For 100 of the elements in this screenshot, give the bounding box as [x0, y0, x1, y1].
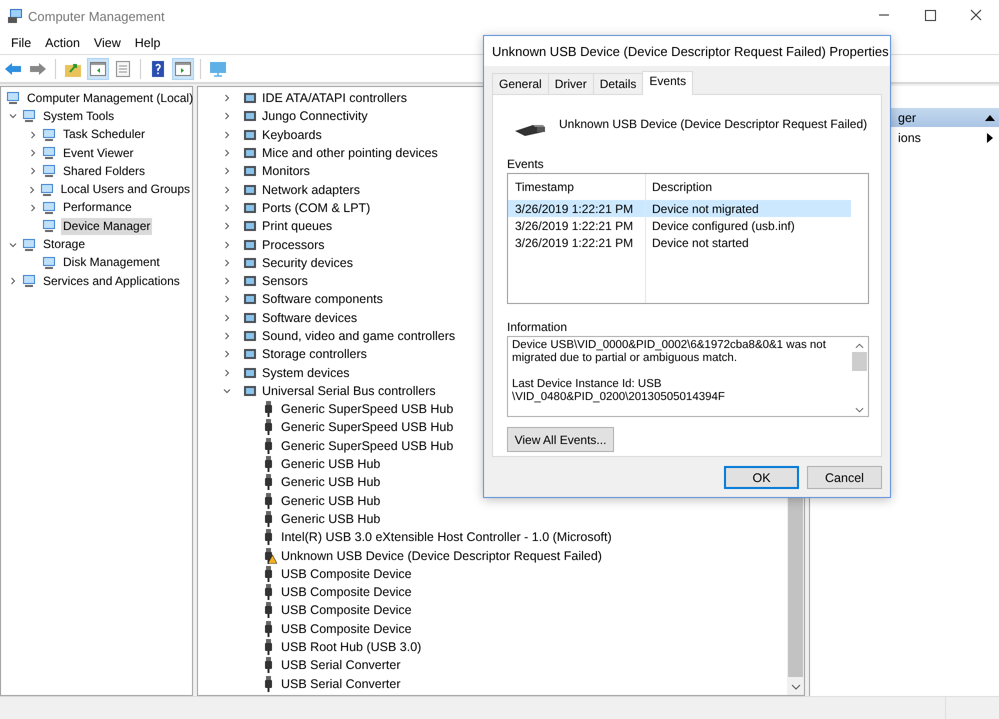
collapse-arrow-icon[interactable] [985, 114, 995, 120]
chevron-right-icon[interactable] [223, 204, 231, 212]
console-icon [41, 254, 57, 271]
event-row[interactable]: 3/26/2019 1:22:21 PM Device not migrated [508, 200, 851, 217]
column-header[interactable]: Timestamp [508, 180, 645, 194]
device-tree-item[interactable]: Processors [262, 238, 325, 252]
device-tree-item[interactable]: Generic SuperSpeed USB Hub [281, 402, 454, 416]
console-tree-button[interactable] [87, 58, 109, 80]
tree-item[interactable]: Services and Applications [41, 272, 182, 290]
device-tree-item[interactable]: USB Composite Device [281, 622, 412, 636]
device-tree-item[interactable]: IDE ATA/ATAPI controllers [262, 91, 407, 106]
scroll-up-icon[interactable] [855, 343, 864, 349]
device-tree-item[interactable]: USB Serial Converter [281, 658, 400, 672]
console-icon [41, 126, 57, 143]
device-tree-item[interactable]: USB Serial Converter [281, 676, 400, 691]
scroll-thumb[interactable] [852, 352, 867, 371]
table-cell-text: Device not started [651, 236, 749, 250]
device-tree-item[interactable]: Network adapters [262, 182, 360, 197]
device-tree-item[interactable]: Unknown USB Device (Device Descriptor Request Failed) [281, 548, 602, 563]
chevron-right-icon[interactable] [223, 332, 231, 340]
device-tree-item[interactable]: Generic SuperSpeed USB Hub [281, 420, 454, 434]
device-tree-item[interactable]: Ports (COM & LPT) [262, 200, 370, 215]
console-icon [41, 145, 57, 162]
chevron-right-icon[interactable] [223, 94, 231, 102]
scroll-down-icon[interactable] [790, 684, 800, 690]
tree-item[interactable]: Task Scheduler [61, 126, 148, 144]
chevron-right-icon[interactable] [29, 130, 37, 139]
device-tree-item[interactable]: Monitors [262, 164, 310, 178]
chevron-right-icon[interactable] [223, 368, 231, 377]
chevron-right-icon[interactable] [223, 112, 231, 120]
tree-item[interactable]: Performance [61, 199, 134, 216]
chevron-right-icon[interactable] [223, 350, 231, 358]
window-title: Computer Management [28, 8, 165, 24]
chevron-right-icon[interactable] [223, 258, 231, 267]
device-tree-item[interactable]: Sensors [262, 274, 308, 288]
device-tree-item[interactable]: Sound, video and game controllers [262, 329, 456, 343]
device-tree-item[interactable]: USB Composite Device [281, 585, 412, 600]
menu-item[interactable]: View [86, 36, 128, 50]
chevron-right-icon[interactable] [29, 204, 37, 212]
event-row[interactable]: 3/26/2019 1:22:21 PM Device not started [508, 234, 851, 251]
chevron-right-icon[interactable] [223, 222, 231, 230]
device-tree-item[interactable]: Generic USB Hub [281, 494, 380, 508]
tree-item[interactable]: System Tools [41, 108, 116, 125]
device-tree-item[interactable]: Software components [262, 292, 383, 306]
chevron-right-icon[interactable] [223, 295, 231, 304]
device-tree-item[interactable]: Keyboards [262, 128, 322, 142]
console-icon [21, 273, 37, 290]
device-tree-item[interactable]: Jungo Connectivity [262, 109, 368, 124]
tree-item[interactable]: Local Users and Groups [58, 181, 192, 198]
tab[interactable]: Events [642, 71, 694, 95]
chevron-right-icon[interactable] [28, 186, 36, 194]
device-tree-item[interactable]: USB Composite Device [281, 603, 412, 618]
chevron-right-icon[interactable] [223, 130, 231, 139]
menu-item[interactable]: Help [128, 36, 168, 50]
device-tree-item[interactable]: USB Root Hub (USB 3.0) [281, 640, 422, 654]
device-tree-item[interactable]: Print queues [262, 219, 332, 234]
device-tree-item[interactable]: Generic USB Hub [281, 475, 380, 490]
chevron-right-icon[interactable] [223, 167, 231, 176]
device-tree-item[interactable]: Mice and other pointing devices [262, 146, 438, 160]
device-tree-item[interactable]: Generic USB Hub [281, 457, 380, 472]
chevron-right-icon[interactable] [223, 149, 231, 158]
column-header[interactable]: Description [645, 180, 712, 194]
tree-item[interactable]: Storage [41, 236, 88, 254]
device-tree-item[interactable]: System devices [262, 366, 350, 380]
chevron-down-icon[interactable] [223, 386, 231, 395]
chevron-right-icon[interactable] [29, 167, 37, 176]
menu-item[interactable]: File [4, 36, 38, 50]
tree-item[interactable]: Event Viewer [61, 144, 136, 162]
chevron-down-icon[interactable] [9, 112, 17, 120]
action-pane-button[interactable] [172, 58, 194, 80]
chevron-right-icon[interactable] [223, 277, 231, 286]
tab[interactable]: General [492, 73, 549, 94]
chevron-right-icon[interactable] [29, 149, 37, 158]
menu-item[interactable]: Action [38, 36, 87, 50]
device-tree-item[interactable]: USB Composite Device [281, 566, 412, 581]
tree-item[interactable]: Device Manager [61, 218, 152, 235]
console-icon [5, 90, 21, 106]
chevron-right-icon[interactable] [223, 240, 231, 249]
device-tree-item[interactable]: Software devices [262, 310, 358, 325]
tree-item[interactable]: Disk Management [61, 254, 162, 272]
console-icon [38, 182, 55, 198]
chevron-right-icon[interactable] [223, 314, 231, 322]
device-tree-item[interactable]: Intel(R) USB 3.0 eXtensible Host Controller - 1.0 (Microsoft) [281, 530, 612, 544]
device-tree-item[interactable]: Security devices [262, 256, 354, 270]
tree-item[interactable]: Shared Folders [61, 162, 148, 180]
view-all-events-button[interactable]: View All Events... [507, 427, 614, 452]
scroll-down-icon[interactable] [855, 407, 864, 413]
device-tree-item[interactable]: Storage controllers [262, 347, 367, 362]
chevron-right-icon[interactable] [223, 186, 231, 194]
event-row[interactable]: 3/26/2019 1:22:21 PM Device configured (usb.inf) [508, 217, 851, 234]
device-tree-item[interactable]: Generic USB Hub [281, 512, 380, 526]
device-tree-item[interactable]: Universal Serial Bus controllers [262, 384, 436, 398]
device-tree-item[interactable]: Generic SuperSpeed USB Hub [281, 438, 454, 453]
submenu-arrow-icon[interactable] [987, 133, 993, 143]
chevron-down-icon[interactable] [9, 240, 17, 249]
dialog-button[interactable]: Cancel [807, 466, 882, 489]
information-box[interactable]: Device USB\VID_0000&PID_0002\6&1972cba8&0&1 was not migrated due to partial or ambiguous match. Last Device Instance Id: USB \VID_0480&PID_0200\20130505014394F [507, 336, 869, 417]
tree-item[interactable]: Computer Management (Local) [25, 90, 196, 107]
chevron-right-icon[interactable] [9, 277, 17, 286]
dialog-button[interactable]: OK [724, 466, 799, 489]
